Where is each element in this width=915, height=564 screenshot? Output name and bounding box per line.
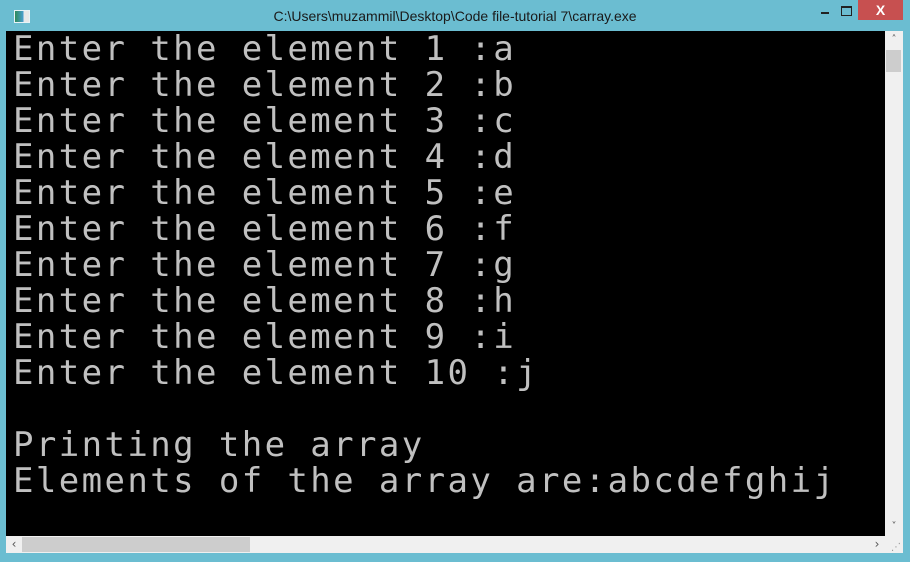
- console-line: Enter the element 5 :e: [13, 173, 517, 213]
- close-button[interactable]: X: [858, 0, 903, 20]
- vertical-scroll-thumb[interactable]: [886, 50, 901, 72]
- horizontal-scroll-thumb[interactable]: [22, 537, 250, 552]
- console-output[interactable]: Enter the element 1 :a Enter the element…: [6, 31, 885, 536]
- console-line: Enter the element 6 :f: [13, 209, 517, 249]
- resize-grip-icon[interactable]: [885, 536, 903, 553]
- minimize-button[interactable]: [812, 0, 838, 20]
- title-bar[interactable]: C:\Users\muzammil\Desktop\Code file-tuto…: [0, 0, 910, 31]
- scroll-right-icon[interactable]: ›: [869, 536, 885, 553]
- horizontal-scrollbar[interactable]: ‹ ›: [6, 536, 885, 553]
- console-line: Enter the element 4 :d: [13, 137, 517, 177]
- maximize-button[interactable]: [838, 0, 860, 20]
- scroll-down-icon[interactable]: ˅: [885, 520, 903, 534]
- window-title: C:\Users\muzammil\Desktop\Code file-tuto…: [273, 8, 637, 24]
- console-line: Enter the element 3 :c: [13, 101, 517, 141]
- console-line: Enter the element 9 :i: [13, 317, 517, 357]
- scroll-up-icon[interactable]: ˄: [885, 33, 903, 47]
- scroll-left-icon[interactable]: ‹: [6, 536, 22, 553]
- console-line: Enter the element 2 :b: [13, 65, 517, 105]
- console-window: C:\Users\muzammil\Desktop\Code file-tuto…: [0, 0, 910, 562]
- console-line: Enter the element 7 :g: [13, 245, 517, 285]
- console-line: Enter the element 10 :j: [13, 353, 540, 393]
- console-line: Enter the element 8 :h: [13, 281, 517, 321]
- console-line: Elements of the array are:abcdefghij: [13, 461, 837, 501]
- vertical-scrollbar[interactable]: ˄ ˅: [885, 31, 903, 536]
- console-line: Printing the array: [13, 425, 425, 465]
- console-line: Enter the element 1 :a: [13, 31, 517, 69]
